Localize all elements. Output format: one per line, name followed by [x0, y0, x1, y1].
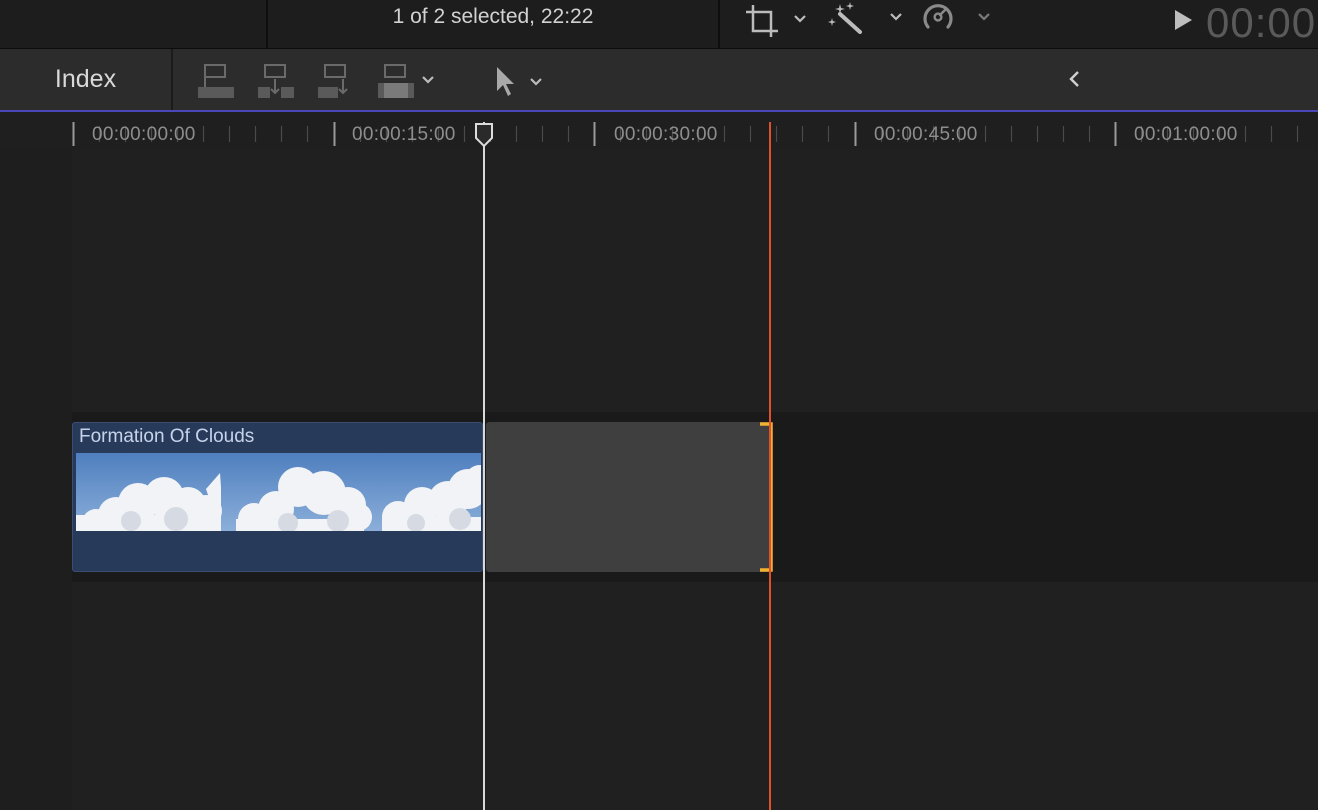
chevron-down-icon[interactable] — [888, 10, 904, 28]
insert-clip-icon[interactable] — [256, 63, 296, 106]
magic-wand-icon[interactable] — [828, 0, 868, 39]
speedometer-icon[interactable] — [920, 1, 956, 38]
chevron-down-icon[interactable] — [976, 10, 992, 28]
playhead[interactable] — [483, 122, 485, 810]
playhead-handle[interactable] — [474, 122, 494, 153]
timecode-display: 00:00 — [1206, 0, 1317, 46]
timeline-gutter — [0, 150, 72, 810]
ruler-label: 00:01:00:00 — [1134, 124, 1238, 145]
append-clip-icon[interactable] — [316, 63, 356, 106]
ruler-label: 00:00:30:00 — [614, 124, 718, 145]
clip-filmstrip — [76, 453, 481, 533]
chevron-left-icon[interactable] — [1066, 69, 1084, 96]
crop-icon[interactable] — [744, 3, 780, 44]
trim-handle[interactable] — [758, 422, 774, 572]
play-icon[interactable] — [1172, 8, 1194, 37]
selection-info: 1 of 2 selected, 22:22 — [392, 5, 594, 28]
skimmer-line — [769, 122, 771, 810]
chevron-down-icon[interactable] — [792, 12, 808, 30]
clip-title: Formation Of Clouds — [79, 426, 255, 447]
ruler-label: 00:00:45:00 — [874, 124, 978, 145]
video-clip[interactable]: Formation Of Clouds — [72, 422, 483, 572]
ruler-label: 00:00:15:00 — [352, 124, 456, 145]
select-tool-icon[interactable] — [494, 65, 518, 104]
connect-clip-icon[interactable] — [196, 63, 236, 106]
overwrite-clip-icon[interactable] — [376, 63, 416, 106]
chevron-down-icon[interactable] — [528, 75, 544, 93]
timeline-ruler[interactable]: 00:00:00:00 00:00:15:00 00:00:30:00 00:0… — [0, 112, 1318, 150]
chevron-down-icon[interactable] — [420, 73, 436, 91]
gap-clip[interactable] — [486, 422, 770, 572]
top-info-bar: 1 of 2 selected, 22:22 00:00 — [0, 0, 1318, 49]
index-button[interactable]: Index — [0, 49, 173, 110]
ruler-label: 00:00:00:00 — [92, 124, 196, 145]
divider — [718, 0, 720, 48]
timeline-toolbar: Index — [0, 49, 1318, 110]
